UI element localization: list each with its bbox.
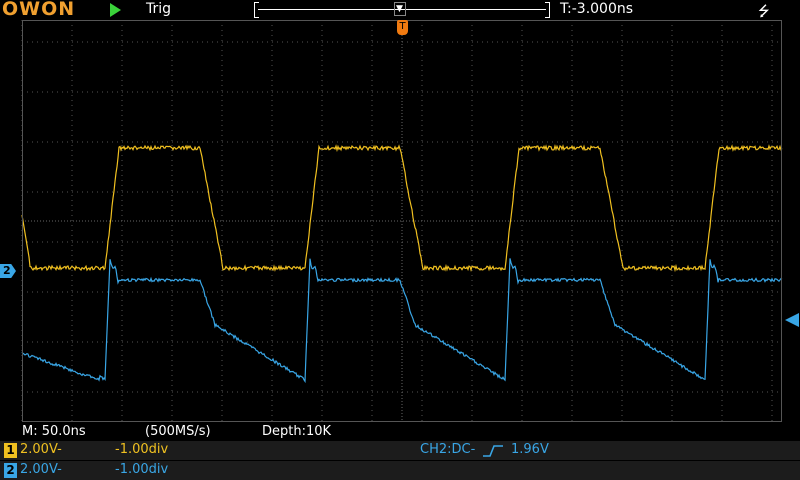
ch1-badge: 1: [4, 443, 17, 458]
sample-rate: (500MS/s): [145, 424, 211, 439]
ch1-offset: -1.00div: [115, 442, 169, 457]
rising-edge-icon: [483, 445, 503, 457]
ch2-offset: -1.00div: [115, 462, 169, 477]
ch1-info-row[interactable]: 1 2.00V- -1.00div CH2:DC- 1.96V: [0, 441, 800, 460]
trigger-source: CH2:DC-: [420, 442, 476, 457]
timebase: M: 50.0ns: [22, 424, 86, 439]
ch2-scale: 2.00V-: [20, 462, 62, 477]
ch1-scale: 2.00V-: [20, 442, 62, 457]
memory-depth: Depth:10K: [262, 424, 332, 439]
ch2-info-row[interactable]: 2 2.00V- -1.00div: [0, 461, 800, 480]
trigger-level: 1.96V: [511, 442, 549, 457]
graticule-border: [22, 20, 782, 422]
trigger-level-marker[interactable]: [785, 313, 799, 327]
trigger-position-marker[interactable]: T: [397, 20, 408, 35]
ch2-badge: 2: [4, 463, 17, 478]
